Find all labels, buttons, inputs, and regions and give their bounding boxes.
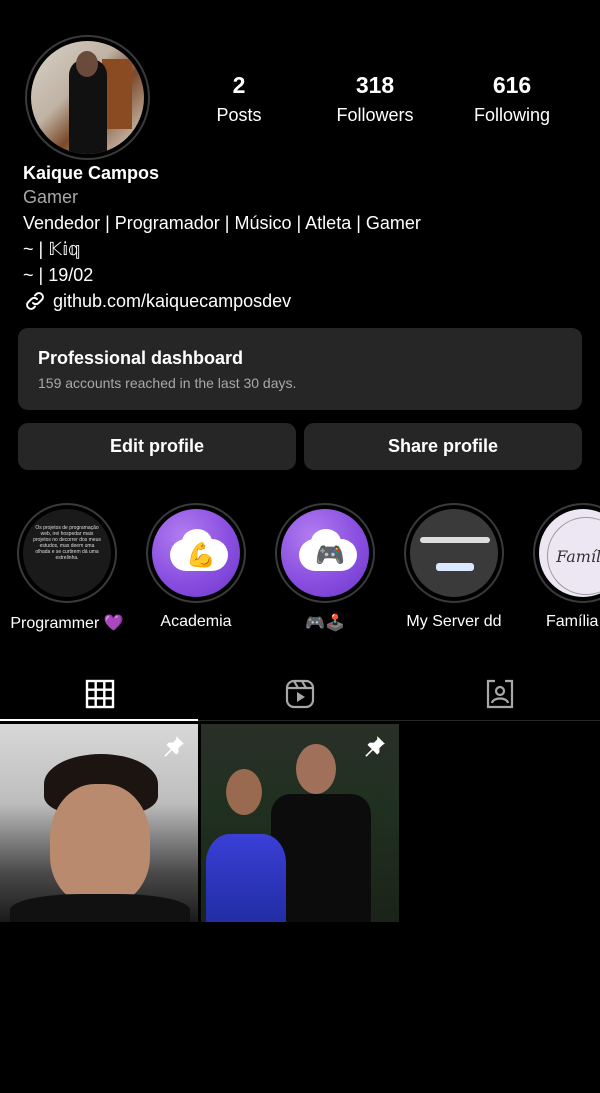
highlight-label: My Server dd: [406, 613, 502, 630]
gamepad-icon: 🎮: [315, 542, 345, 569]
highlight-label: Programmer 💜: [10, 615, 124, 632]
highlight-my-server[interactable]: My Server dd: [394, 503, 514, 631]
muscle-icon: 💪: [186, 542, 216, 569]
stat-followers[interactable]: 318 Followers: [315, 72, 435, 126]
tab-reels[interactable]: [200, 666, 400, 722]
active-tab-indicator: [0, 719, 198, 721]
familia-cover-text: Família: [547, 517, 600, 595]
dashboard-title: Professional dashboard: [38, 348, 244, 368]
highlight-academia[interactable]: 💪 Academia: [136, 503, 256, 631]
stat-followers-value: 318: [355, 72, 395, 98]
profile-avatar[interactable]: [25, 35, 150, 160]
stat-posts-value: 2: [232, 72, 246, 98]
tab-grid[interactable]: [0, 666, 200, 722]
dashboard-subtitle: 159 accounts reached in the last 30 days…: [38, 375, 297, 391]
stat-posts-label: Posts: [216, 105, 262, 125]
avatar-image: [31, 41, 144, 154]
highlight-cover: Os projetos de programação web, irei hos…: [23, 509, 111, 597]
highlight-cover: 💪: [152, 509, 240, 597]
professional-dashboard[interactable]: Professional dashboard 159 accounts reac…: [18, 328, 582, 410]
stat-followers-label: Followers: [336, 105, 414, 125]
post-thumbnail[interactable]: [201, 724, 399, 922]
stat-following-value: 616: [492, 72, 532, 98]
tab-tagged[interactable]: [400, 666, 600, 722]
profile-link[interactable]: github.com/kaiquecamposdev: [23, 288, 583, 314]
profile-bio: Kaique Campos Gamer Vendedor | Programad…: [23, 162, 583, 314]
tab-divider: [198, 720, 600, 721]
highlight-cover: Família: [539, 509, 600, 597]
post-thumbnail[interactable]: [0, 724, 198, 922]
stat-posts[interactable]: 2 Posts: [179, 72, 299, 126]
bio-line-1: Vendedor | Programador | Músico | Atleta…: [23, 213, 421, 233]
bio-line-3: ~ | 19/02: [23, 265, 94, 285]
stat-following[interactable]: 616 Following: [452, 72, 572, 126]
reels-icon: [285, 679, 315, 709]
highlight-label: Família: [546, 613, 599, 630]
highlight-cover: 🎮: [281, 509, 369, 597]
profile-category: Gamer: [23, 187, 79, 207]
share-profile-button[interactable]: Share profile: [304, 423, 582, 470]
highlight-familia[interactable]: Família Família: [523, 503, 600, 631]
profile-name: Kaique Campos: [23, 163, 160, 183]
highlight-cover: [410, 509, 498, 597]
highlight-programmer[interactable]: Os projetos de programação web, irei hos…: [7, 503, 127, 633]
highlight-games[interactable]: 🎮 🎮🕹️: [265, 503, 385, 633]
highlight-label: Academia: [160, 613, 232, 630]
bio-line-2: ~ | 𝕂𝕚𝕢: [23, 239, 81, 259]
highlight-label: 🎮🕹️: [305, 615, 345, 632]
profile-link-text: github.com/kaiquecamposdev: [53, 291, 292, 311]
link-icon: [26, 292, 44, 310]
edit-profile-button[interactable]: Edit profile: [18, 423, 296, 470]
tagged-icon: [486, 679, 514, 709]
stat-following-label: Following: [473, 105, 551, 125]
pin-icon: [361, 734, 387, 765]
pin-icon: [160, 734, 186, 765]
grid-icon: [85, 679, 115, 709]
